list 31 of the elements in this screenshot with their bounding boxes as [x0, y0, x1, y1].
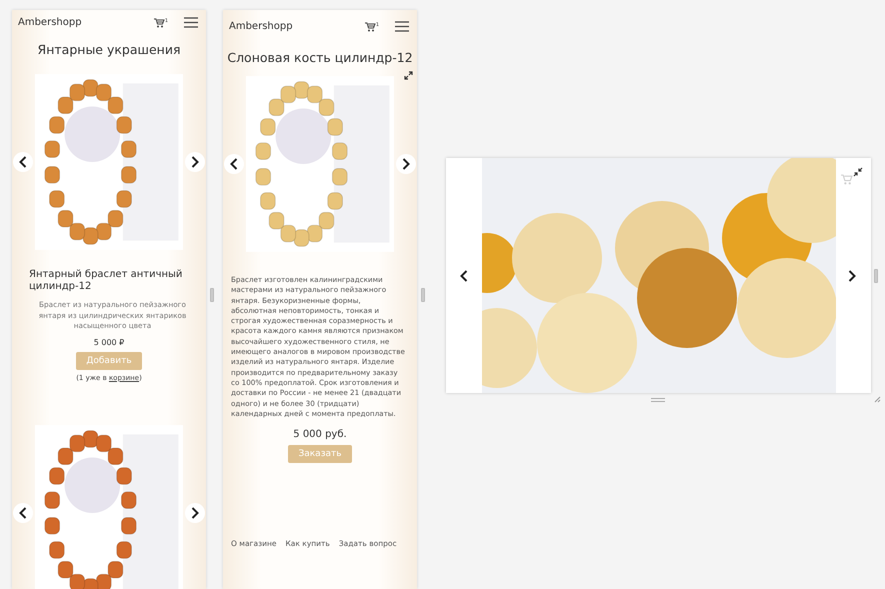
expand-icon[interactable] [404, 71, 413, 80]
collapse-icon[interactable] [853, 167, 863, 177]
chevron-left-icon [230, 158, 238, 170]
cart-icon [841, 174, 853, 185]
resize-handle[interactable] [651, 398, 665, 402]
product-price: 5 000 ₽ [94, 338, 124, 346]
product-title: Слоновая кость цилиндр-12 [227, 50, 413, 65]
brand-logo[interactable]: Ambershopp [229, 21, 365, 32]
resize-grip-icon[interactable] [874, 396, 881, 403]
next-button[interactable] [396, 154, 416, 174]
previous-button[interactable] [13, 502, 33, 522]
chevron-left-icon [460, 270, 468, 282]
resize-handle[interactable] [874, 268, 878, 282]
previous-button[interactable] [13, 152, 33, 172]
next-button[interactable] [185, 152, 205, 172]
chevron-left-icon [19, 156, 27, 168]
next-button[interactable] [185, 502, 205, 522]
chevron-right-icon [848, 270, 856, 282]
menu-icon[interactable] [184, 17, 198, 28]
chevron-right-icon [191, 156, 199, 168]
chevron-left-icon [19, 506, 27, 518]
product-price: 5 000 руб. [293, 429, 347, 440]
previous-button[interactable] [224, 154, 244, 174]
resize-handle[interactable] [210, 288, 214, 302]
chevron-right-icon [402, 158, 410, 170]
product-name[interactable]: Янтарный браслет античный цилиндр-12 [12, 269, 206, 293]
resize-handle[interactable] [421, 288, 425, 302]
page-title: Янтарные украшения [38, 42, 180, 57]
menu-icon[interactable] [395, 21, 409, 32]
chevron-right-icon [191, 506, 199, 518]
brand-logo[interactable]: Ambershopp [18, 17, 154, 28]
